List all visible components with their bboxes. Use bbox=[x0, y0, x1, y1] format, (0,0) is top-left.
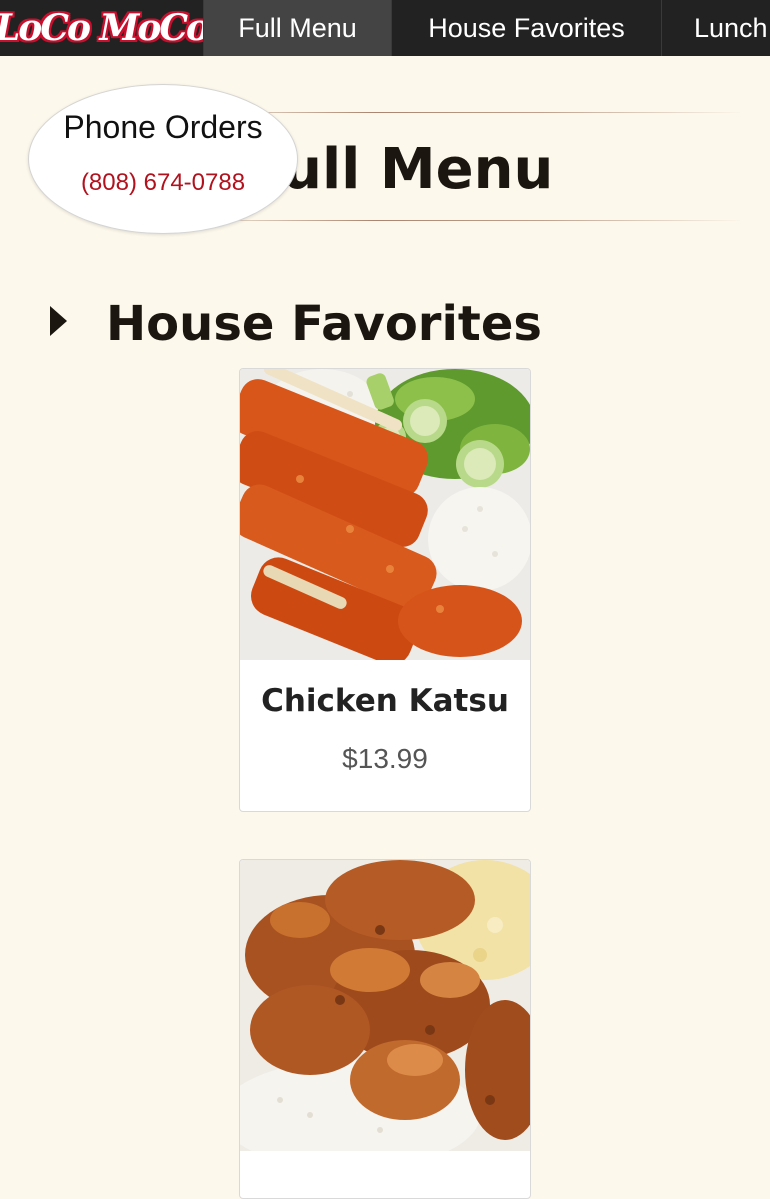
title-divider-bottom bbox=[180, 220, 740, 221]
menu-item-card[interactable] bbox=[239, 859, 531, 1199]
menu-item-name: Chicken Katsu bbox=[261, 683, 509, 719]
loco-moco-logo[interactable]: LoCo MoCo bbox=[0, 0, 210, 56]
phone-orders-label: Phone Orders bbox=[63, 109, 263, 145]
tab-lunch[interactable]: Lunch bbox=[661, 0, 770, 56]
top-navigation: LoCo MoCo Full Menu House Favorites Lunc… bbox=[0, 0, 770, 56]
fried-chicken-plate-photo bbox=[240, 860, 530, 1151]
tab-label: Full Menu bbox=[238, 12, 357, 43]
section-title[interactable]: House Favorites bbox=[106, 292, 542, 356]
phone-orders-bubble: Phone Orders (808) 674-0788 bbox=[28, 84, 298, 234]
menu-item-price: $13.99 bbox=[342, 743, 428, 774]
tab-label: Lunch bbox=[694, 12, 768, 43]
phone-number-link[interactable]: (808) 674-0788 bbox=[29, 169, 297, 197]
caret-right-icon[interactable] bbox=[50, 306, 67, 336]
menu-item-card[interactable]: Chicken Katsu $13.99 bbox=[239, 368, 531, 812]
tab-full-menu[interactable]: Full Menu bbox=[203, 0, 391, 56]
tab-label: House Favorites bbox=[428, 12, 625, 43]
tab-house-favorites[interactable]: House Favorites bbox=[391, 0, 661, 56]
logo-wordmark: LoCo MoCo bbox=[0, 7, 210, 49]
chicken-katsu-plate-photo bbox=[240, 369, 530, 660]
